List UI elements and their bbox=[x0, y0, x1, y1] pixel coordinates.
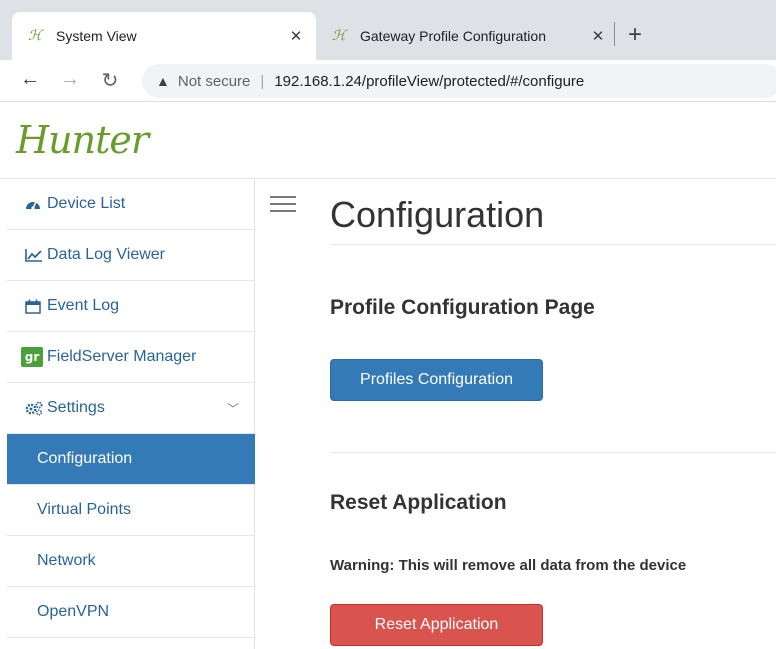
profile-section-title: Profile Configuration Page bbox=[330, 296, 595, 319]
menu-toggle-icon[interactable] bbox=[270, 196, 296, 217]
sidebar-item-label: OpenVPN bbox=[37, 603, 110, 620]
address-divider: | bbox=[260, 72, 265, 90]
hunter-favicon-icon: ℋ bbox=[332, 28, 346, 44]
sidebar-item-label: Network bbox=[37, 552, 96, 569]
url-text[interactable]: 192.168.1.24/profileView/protected/#/con… bbox=[274, 73, 584, 90]
reset-warning-text: Warning: This will remove all data from … bbox=[330, 557, 687, 574]
sidebar-item-network[interactable]: Network bbox=[7, 536, 255, 587]
reload-icon[interactable]: ↻ bbox=[98, 68, 122, 93]
forward-arrow-icon[interactable]: → bbox=[58, 68, 82, 91]
browser-toolbar: ← → ↻ ▲ Not secure | 192.168.1.24/profil… bbox=[0, 60, 776, 102]
close-tab-icon[interactable]: ✕ bbox=[286, 27, 306, 45]
sidebar-nav: Device List Data Log Viewer Event Log gr… bbox=[7, 179, 255, 649]
sidebar-item-openvpn[interactable]: OpenVPN bbox=[7, 587, 255, 638]
sidebar-item-label: Virtual Points bbox=[37, 501, 131, 518]
dashboard-icon bbox=[25, 197, 47, 211]
sidebar-item-virtual-points[interactable]: Virtual Points bbox=[7, 485, 255, 536]
gears-icon bbox=[25, 401, 47, 416]
browser-tab-strip: ℋ System View ✕ ℋ Gateway Profile Config… bbox=[0, 0, 776, 60]
hunter-favicon-icon: ℋ bbox=[28, 28, 42, 44]
warning-triangle-icon[interactable]: ▲ bbox=[156, 73, 170, 89]
sidebar-item-event-log[interactable]: Event Log bbox=[7, 281, 255, 332]
sidebar-item-label: Settings bbox=[47, 399, 105, 416]
profiles-configuration-button[interactable]: Profiles Configuration bbox=[330, 359, 543, 401]
address-bar[interactable]: ▲ Not secure | 192.168.1.24/profileView/… bbox=[142, 64, 776, 98]
sidebar-item-device-list[interactable]: Device List bbox=[7, 179, 255, 230]
sidebar-item-label: Event Log bbox=[47, 297, 120, 314]
hunter-logo: Hunter bbox=[16, 118, 149, 162]
sidebar-item-fieldserver-manager[interactable]: gr FieldServer Manager bbox=[7, 332, 255, 383]
reset-application-button[interactable]: Reset Application bbox=[330, 604, 543, 646]
sidebar-item-configuration[interactable]: Configuration bbox=[7, 434, 255, 485]
sidebar-item-label: Data Log Viewer bbox=[47, 246, 165, 263]
sidebar-item-settings[interactable]: Settings ﹀ bbox=[7, 383, 255, 434]
tab-title: Gateway Profile Configuration bbox=[360, 28, 546, 44]
tab-title: System View bbox=[56, 28, 137, 44]
page-title: Configuration bbox=[330, 194, 545, 235]
section-divider bbox=[330, 452, 776, 453]
browser-tab-system-view[interactable]: ℋ System View ✕ bbox=[12, 12, 316, 60]
close-tab-icon[interactable]: ✕ bbox=[588, 27, 608, 45]
calendar-icon bbox=[25, 299, 47, 314]
chevron-down-icon[interactable]: ﹀ bbox=[227, 400, 239, 417]
sidebar-item-label: Configuration bbox=[37, 450, 133, 467]
sidebar-item-data-log-viewer[interactable]: Data Log Viewer bbox=[7, 230, 255, 281]
sidebar-item-label: FieldServer Manager bbox=[47, 348, 197, 365]
title-divider bbox=[330, 244, 776, 245]
security-label: Not secure bbox=[177, 72, 251, 90]
browser-tab-gateway-profile[interactable]: ℋ Gateway Profile Configuration ✕ bbox=[318, 12, 618, 60]
reset-section-title: Reset Application bbox=[330, 491, 507, 514]
sidebar-item-label: Device List bbox=[47, 195, 126, 212]
tab-separator bbox=[614, 22, 615, 46]
new-tab-button[interactable]: + bbox=[628, 23, 642, 47]
back-arrow-icon[interactable]: ← bbox=[18, 68, 42, 91]
line-chart-icon bbox=[25, 248, 47, 262]
gr-logo-icon: gr bbox=[21, 347, 43, 367]
